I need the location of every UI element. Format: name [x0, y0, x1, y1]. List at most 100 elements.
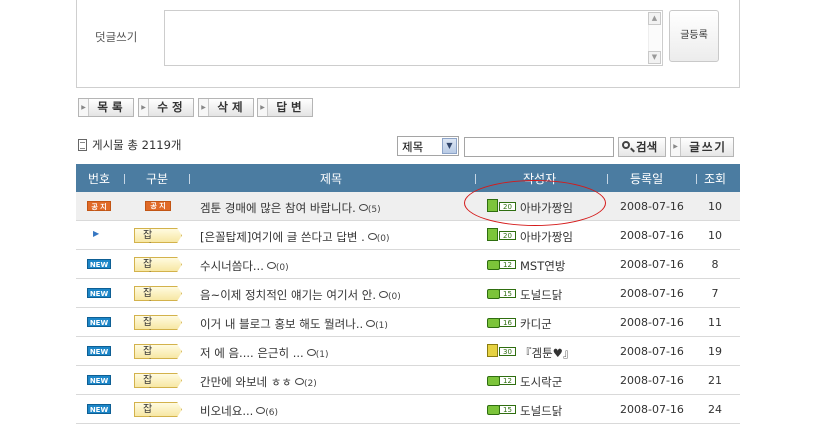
comment-icon [256, 407, 266, 414]
author-name[interactable]: 아바가짱임 [520, 229, 573, 245]
comment-icon [294, 378, 304, 385]
post-date: 2008-07-16 [620, 345, 684, 358]
new-badge: NEW [87, 346, 111, 356]
header-divider [607, 174, 608, 184]
post-title[interactable]: 이거 내 블로그 홍보 해도 뭘려나.. [200, 317, 363, 331]
level-badge: 12 [487, 373, 517, 387]
post-title-link[interactable]: 이거 내 블로그 홍보 해도 뭘려나.. (1) [200, 316, 388, 332]
post-date: 2008-07-16 [620, 287, 684, 300]
write-button-label: 글쓰기 [689, 140, 727, 154]
user-level: 16 [499, 318, 516, 327]
search-input[interactable] [464, 137, 614, 157]
arrow-right-icon: ▶ [671, 138, 681, 156]
view-count: 19 [708, 345, 722, 358]
submit-comment-button[interactable]: 글등록 [669, 10, 719, 62]
header-divider [475, 174, 476, 184]
level-badge: 15 [487, 286, 517, 300]
delete-button[interactable]: ▶ 삭제 [198, 98, 254, 117]
post-title[interactable]: [은꼴탑제]여기에 글 쓴다고 답변 . [200, 230, 365, 244]
post-title-link[interactable]: 음~이제 정치적인 얘기는 여기서 안. (0) [200, 287, 401, 303]
post-title-link[interactable]: 간만에 와보네 ㅎㅎ (2) [200, 374, 317, 390]
header-date: 등록일 [630, 172, 664, 186]
post-date: 2008-07-16 [620, 258, 684, 271]
header-title: 제목 [320, 172, 343, 186]
table-row[interactable]: NEW 잡 담 이거 내 블로그 홍보 해도 뭘려나.. (1) 16 카디군 2008-0… [76, 308, 740, 337]
post-title-link[interactable]: 비오네요... (6) [200, 403, 278, 419]
chevron-down-icon[interactable]: ▼ [442, 138, 457, 154]
reply-button[interactable]: ▶ 답변 [257, 98, 313, 117]
header-divider [124, 174, 125, 184]
author-name[interactable]: 카디군 [520, 316, 552, 332]
category-notice-badge: 공 지 [145, 201, 171, 211]
table-row[interactable]: NEW 잡 담 비오네요... (6) 15 도널드닭 2008-07-16 24 [76, 395, 740, 424]
post-title-link[interactable]: 겜툰 경매에 많은 참여 바랍니다. (5) [200, 200, 381, 216]
category-chat-badge: 잡 담 [134, 228, 182, 243]
author-name[interactable]: 도널드닭 [520, 403, 562, 419]
edit-button[interactable]: ▶ 수정 [138, 98, 194, 117]
write-button[interactable]: ▶ 글쓰기 [670, 137, 734, 157]
search-field-select[interactable]: 제목 ▼ [397, 136, 459, 156]
post-title-link[interactable]: [은꼴탑제]여기에 글 쓴다고 답변 . (0) [200, 229, 390, 245]
table-header: 번호 구분 제목 작성자 등록일 조회 [76, 164, 740, 192]
comment-count: (5) [367, 205, 381, 215]
author-name[interactable]: 『겜툰♥』 [520, 345, 574, 361]
post-title[interactable]: 비오네요... [200, 404, 253, 418]
arrow-right-icon: ▶ [139, 99, 149, 116]
level-badge: 20 [487, 228, 517, 242]
search-button-label: 검색 [636, 140, 658, 154]
new-badge: NEW [87, 259, 111, 269]
list-button[interactable]: ▶ 목록 [78, 98, 134, 117]
category-chat-badge: 잡 담 [134, 402, 182, 417]
view-count: 10 [708, 229, 722, 242]
category-chat-badge: 잡 담 [134, 373, 182, 388]
user-level-icon [487, 228, 498, 241]
user-level-icon [487, 344, 498, 357]
search-field-value: 제목 [402, 140, 424, 154]
search-button[interactable]: 검색 [618, 137, 666, 157]
search-icon [622, 141, 630, 149]
comment-textarea[interactable]: ▲ ▼ [164, 10, 663, 66]
user-level: 12 [499, 260, 516, 269]
level-badge: 16 [487, 315, 517, 329]
post-title-link[interactable]: 저 에 음.... 은근히 ... (1) [200, 345, 328, 361]
header-divider [189, 174, 190, 184]
table-row[interactable]: ▶ 잡 담 [은꼴탑제]여기에 글 쓴다고 답변 . (0) 20 아바가짱임 2008-0… [76, 221, 740, 250]
post-title[interactable]: 음~이제 정치적인 얘기는 여기서 안. [200, 288, 376, 302]
level-badge: 15 [487, 402, 517, 416]
table-row[interactable]: NEW 잡 담 저 에 음.... 은근히 ... (1) 30 『겜툰♥』 2008-07… [76, 337, 740, 366]
user-level: 15 [499, 289, 516, 298]
table-row[interactable]: 공 지공 지 겜툰 경매에 많은 참여 바랍니다. (5) 20 아바가짱임 2008-0… [76, 192, 740, 221]
post-title-link[interactable]: 수시너씀다... (0) [200, 258, 289, 274]
post-date: 2008-07-16 [620, 200, 684, 213]
scrollbar-track[interactable] [648, 25, 661, 51]
user-level: 12 [499, 376, 516, 385]
comment-count: (0) [376, 234, 390, 244]
table-row[interactable]: NEW 잡 담 간만에 와보네 ㅎㅎ (2) 12 도시락군 2008-07-16 21 [76, 366, 740, 395]
comment-count: (0) [275, 263, 289, 273]
table-row[interactable]: NEW 잡 담 음~이제 정치적인 얘기는 여기서 안. (0) 15 도널드닭 2008-… [76, 279, 740, 308]
post-title[interactable]: 수시너씀다... [200, 259, 264, 273]
scroll-up-icon[interactable]: ▲ [648, 12, 661, 25]
new-badge: NEW [87, 317, 111, 327]
new-badge: NEW [87, 404, 111, 414]
comment-icon [366, 320, 376, 327]
author-name[interactable]: MST연방 [520, 258, 565, 274]
category-chat-badge: 잡 담 [134, 315, 182, 330]
scroll-down-icon[interactable]: ▼ [648, 51, 661, 64]
comment-icon [306, 349, 316, 356]
header-num: 번호 [88, 172, 111, 186]
post-title[interactable]: 저 에 음.... 은근히 ... [200, 346, 304, 360]
reply-button-label: 답변 [276, 100, 306, 114]
header-divider [696, 174, 697, 184]
view-count: 21 [708, 374, 722, 387]
post-title[interactable]: 간만에 와보네 ㅎㅎ [200, 375, 292, 389]
post-date: 2008-07-16 [620, 316, 684, 329]
comment-count: (1) [375, 321, 388, 331]
category-chat-badge: 잡 담 [134, 257, 182, 272]
author-name[interactable]: 도널드닭 [520, 287, 562, 303]
post-title[interactable]: 겜툰 경매에 많은 참여 바랍니다. [200, 201, 356, 215]
table-row[interactable]: NEW 잡 담 수시너씀다... (0) 12 MST연방 2008-07-16 8 [76, 250, 740, 279]
author-name[interactable]: 도시락군 [520, 374, 562, 390]
category-chat-badge: 잡 담 [134, 344, 182, 359]
new-badge: NEW [87, 288, 111, 298]
